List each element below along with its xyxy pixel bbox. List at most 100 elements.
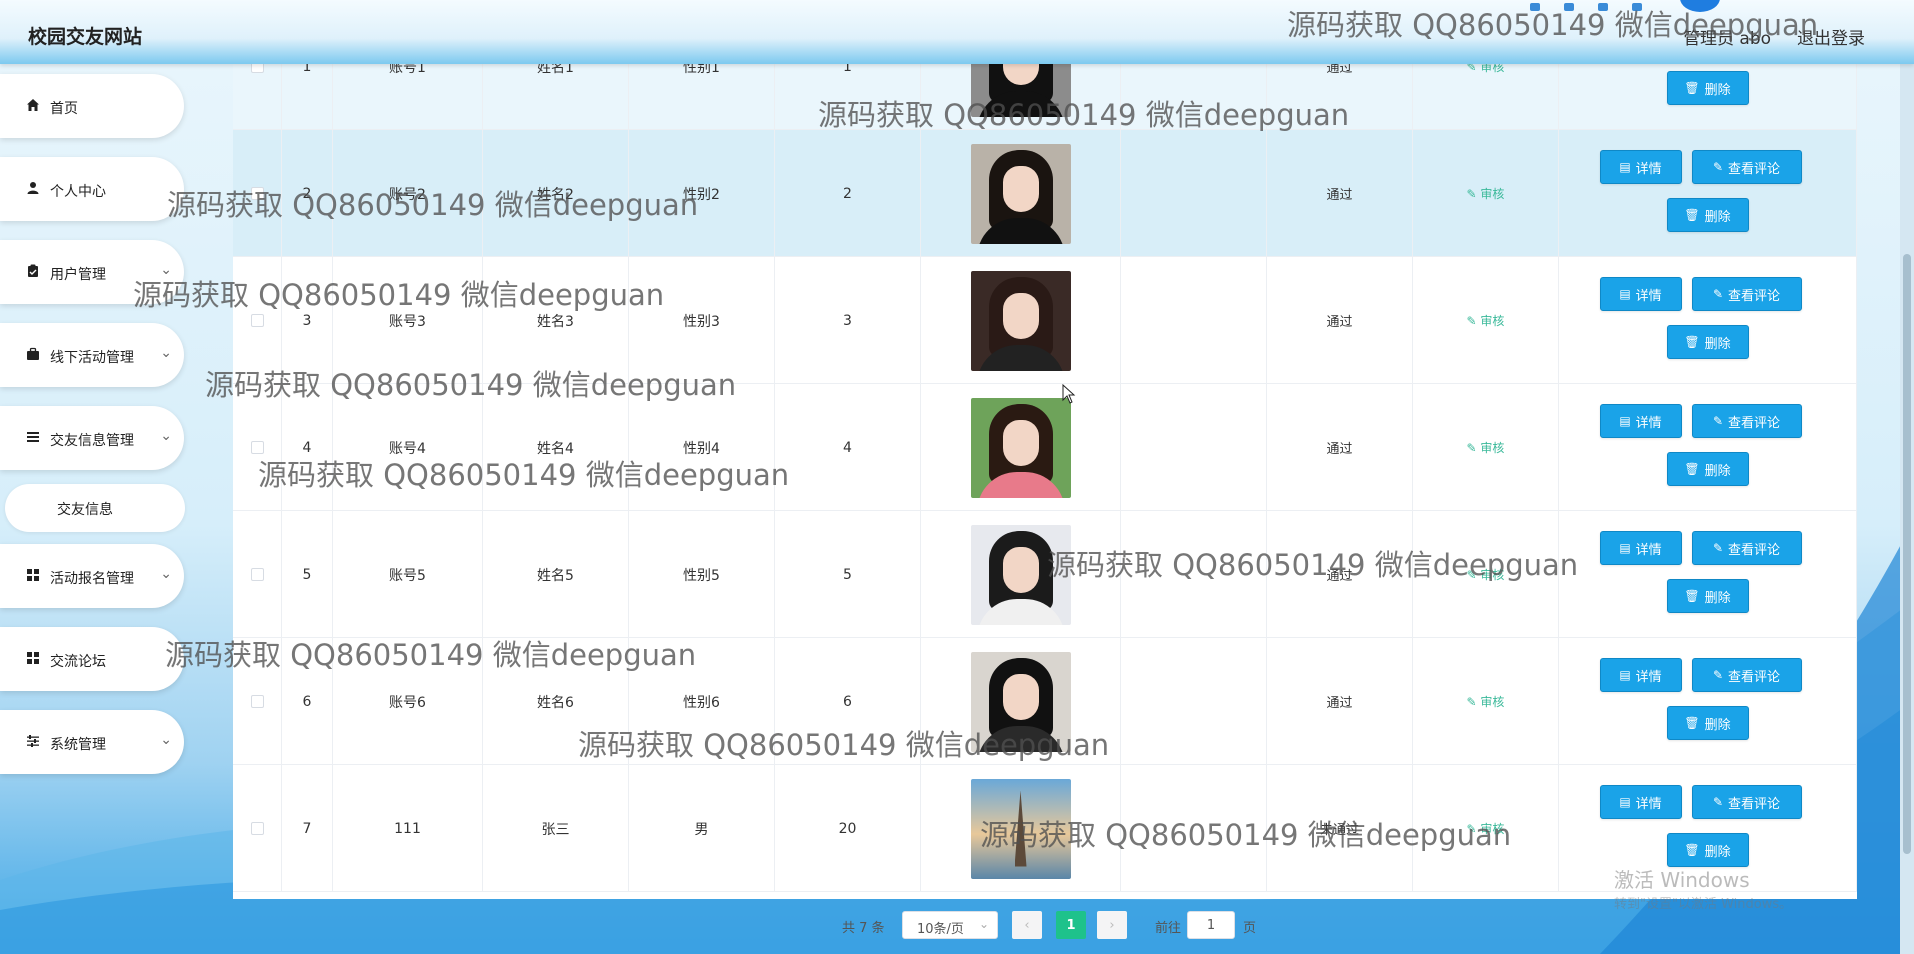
gender-cell: 性别6: [629, 638, 775, 765]
sidebar-item-dating-info-management[interactable]: 交友信息管理 ⌄: [0, 406, 184, 470]
trash-icon: 🗑: [1684, 589, 1700, 603]
row-index-text: 4: [302, 439, 312, 456]
edit-icon: ✎: [1712, 668, 1724, 682]
row-actions: ▤ 详情 ✎ 查看评论 🗑 删除: [1586, 511, 1830, 638]
row-checkbox[interactable]: [250, 822, 264, 835]
view-comments-button-label: 查看评论: [1728, 542, 1781, 558]
delete-button[interactable]: 🗑 删除: [1666, 579, 1749, 613]
select-checkbox[interactable]: [233, 384, 282, 511]
select-checkbox[interactable]: [233, 130, 282, 257]
page-number-button[interactable]: 1: [1056, 911, 1086, 939]
next-page-button[interactable]: ›: [1097, 911, 1127, 939]
page-scrollbar[interactable]: [1900, 64, 1914, 954]
audit-link[interactable]: ✎ 审核: [1467, 312, 1505, 329]
row-checkbox[interactable]: [250, 64, 264, 73]
sidebar-item-user-management[interactable]: 用户管理 ⌄: [0, 240, 184, 304]
scrollbar-thumb[interactable]: [1903, 254, 1911, 854]
gender-text: 性别1: [683, 64, 720, 76]
name-text: 姓名4: [537, 440, 574, 457]
edit-icon: ✎: [1712, 160, 1724, 174]
gender-cell: 性别5: [629, 511, 775, 638]
document-icon: ▤: [1619, 795, 1631, 809]
name-cell: 姓名2: [483, 130, 629, 257]
delete-button-label: 删除: [1704, 209, 1731, 225]
name-text: 姓名5: [537, 567, 574, 584]
sidebar-item-profile[interactable]: 个人中心: [0, 157, 184, 221]
audit-label: 审核: [1480, 822, 1505, 836]
prev-page-button[interactable]: ‹: [1012, 911, 1042, 939]
view-comments-button[interactable]: ✎ 查看评论: [1691, 277, 1802, 311]
sidebar-item-home[interactable]: 首页: [0, 74, 184, 138]
select-checkbox[interactable]: [233, 257, 282, 384]
view-comments-button[interactable]: ✎ 查看评论: [1691, 150, 1802, 184]
delete-button[interactable]: 🗑 删除: [1666, 833, 1749, 867]
empty-cell: [1121, 64, 1267, 130]
select-checkbox[interactable]: [233, 765, 282, 892]
logout-link[interactable]: 退出登录: [1797, 24, 1865, 49]
delete-button[interactable]: 🗑 删除: [1666, 706, 1749, 740]
audit-label: 审核: [1480, 695, 1505, 709]
gender-text: 性别4: [683, 440, 720, 457]
view-comments-button-label: 查看评论: [1728, 161, 1781, 177]
row-actions: ▤ 详情 ✎ 查看评论 🗑 删除: [1586, 257, 1830, 384]
detail-button[interactable]: ▤ 详情: [1599, 277, 1682, 311]
edit-icon: ✎: [1466, 64, 1481, 74]
empty-cell: [1121, 511, 1267, 638]
status-cell: 通过: [1267, 257, 1413, 384]
view-comments-button[interactable]: ✎ 查看评论: [1691, 404, 1802, 438]
status-text: 通过: [1326, 315, 1353, 330]
status-text: 通过: [1326, 442, 1353, 457]
audit-link[interactable]: ✎ 审核: [1467, 566, 1505, 583]
audit-link[interactable]: ✎ 审核: [1467, 820, 1505, 837]
view-comments-button[interactable]: ✎ 查看评论: [1691, 785, 1802, 819]
chevron-down-icon: ⌄: [978, 917, 989, 931]
account-cell: 账号4: [333, 384, 483, 511]
audit-link[interactable]: ✎ 审核: [1467, 439, 1505, 456]
sidebar-item-forum[interactable]: 交流论坛: [0, 627, 184, 691]
detail-button-label: 详情: [1635, 288, 1662, 304]
delete-button[interactable]: 🗑 删除: [1666, 71, 1749, 105]
account-cell: 账号3: [333, 257, 483, 384]
row-checkbox[interactable]: [250, 568, 264, 581]
sidebar-item-system-management[interactable]: 系统管理 ⌄: [0, 710, 184, 774]
row-checkbox[interactable]: [250, 314, 264, 327]
detail-button[interactable]: ▤ 详情: [1599, 658, 1682, 692]
edit-icon: ✎: [1466, 314, 1481, 328]
view-comments-button[interactable]: ✎ 查看评论: [1691, 658, 1802, 692]
gender-text: 性别3: [683, 313, 720, 330]
account-cell: 账号5: [333, 511, 483, 638]
row-checkbox[interactable]: [250, 695, 264, 708]
select-checkbox[interactable]: [233, 64, 282, 130]
detail-button[interactable]: ▤ 详情: [1599, 785, 1682, 819]
detail-button[interactable]: ▤ 详情: [1599, 531, 1682, 565]
sidebar-item-activity-registration[interactable]: 活动报名管理 ⌄: [0, 544, 184, 608]
age-text: 1: [843, 64, 852, 75]
age-text: 4: [843, 439, 852, 456]
tray-icon: [1598, 3, 1609, 11]
row-checkbox[interactable]: [250, 441, 264, 454]
delete-button[interactable]: 🗑 删除: [1666, 198, 1749, 232]
select-checkbox[interactable]: [233, 511, 282, 638]
view-comments-button-label: 查看评论: [1728, 669, 1781, 685]
audit-label: 审核: [1480, 64, 1505, 74]
delete-button[interactable]: 🗑 删除: [1666, 452, 1749, 486]
submenu-item-dating-info[interactable]: 交友信息: [5, 484, 185, 532]
detail-button[interactable]: ▤ 详情: [1599, 150, 1682, 184]
detail-button[interactable]: ▤ 详情: [1599, 404, 1682, 438]
empty-cell: [1121, 384, 1267, 511]
select-checkbox[interactable]: [233, 638, 282, 765]
edit-icon: ✎: [1466, 822, 1481, 836]
sidebar-item-offline-activity[interactable]: 线下活动管理 ⌄: [0, 323, 184, 387]
goto-page-input[interactable]: [1187, 911, 1235, 939]
audit-link[interactable]: ✎ 审核: [1467, 64, 1505, 75]
delete-button[interactable]: 🗑 删除: [1666, 325, 1749, 359]
page-size-select[interactable]: 10条/页 ⌄: [902, 911, 998, 939]
row-checkbox[interactable]: [250, 187, 264, 200]
age-cell: 3: [775, 257, 921, 384]
view-comments-button[interactable]: ✎ 查看评论: [1691, 531, 1802, 565]
audit-link[interactable]: ✎ 审核: [1467, 693, 1505, 710]
audit-link[interactable]: ✎ 审核: [1467, 185, 1505, 202]
document-icon: ▤: [1619, 541, 1631, 555]
name-text: 张三: [541, 821, 570, 838]
row-index-text: 6: [302, 693, 312, 710]
